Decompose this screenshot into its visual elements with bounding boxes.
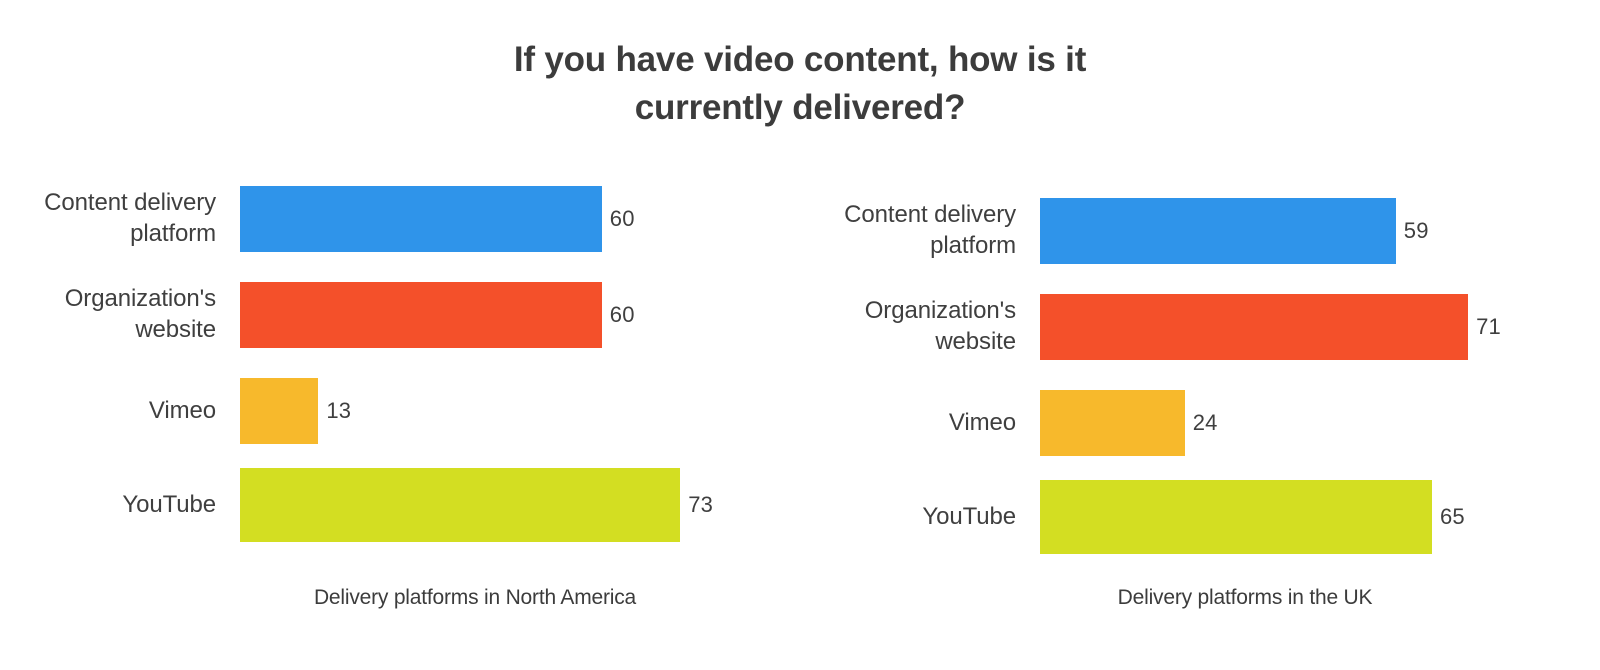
bar-value-label: 13 <box>326 398 352 423</box>
bar-row: YouTube 65 <box>800 480 1600 554</box>
category-label: Vimeo <box>148 396 216 424</box>
bar-row: Vimeo 24 <box>800 390 1600 456</box>
category-label: Content delivery platform <box>844 201 1016 259</box>
bar-value-label: 60 <box>609 206 635 231</box>
bar-value-label: 71 <box>1476 314 1501 339</box>
bar[interactable] <box>240 378 319 444</box>
category-label: YouTube <box>922 502 1016 530</box>
bar-container: 24 <box>1040 390 1600 456</box>
chart-title-line-2: currently delivered? <box>634 87 966 127</box>
panel-caption-uk: Delivery platforms in the UK <box>800 586 1600 610</box>
bar[interactable] <box>1040 294 1469 360</box>
bar-value-label: 59 <box>1403 218 1429 243</box>
bar[interactable] <box>240 186 602 252</box>
category-label: Content delivery platform <box>44 189 216 247</box>
bar-value-label: 65 <box>1439 504 1465 529</box>
bar-row: Content delivery platform 60 <box>0 186 800 252</box>
panel-north-america: Content delivery platform 60 Organization'… <box>0 170 800 610</box>
bar-container: 65 <box>1040 480 1600 554</box>
plot-area-north-america: Content delivery platform 60 Organization'… <box>0 170 800 560</box>
bar-container: 60 <box>240 186 800 252</box>
bar-row: YouTube 73 <box>0 468 800 542</box>
bar[interactable] <box>240 282 602 348</box>
bar[interactable] <box>1040 480 1432 554</box>
bar-row: Organization's website 60 <box>0 282 800 348</box>
bar[interactable] <box>1040 198 1396 264</box>
chart-panels: Content delivery platform 60 Organization'… <box>0 170 1600 610</box>
panel-caption-text: Delivery platforms in the UK <box>1117 586 1373 609</box>
bar-container: 71 <box>1040 294 1600 360</box>
bar-row: Content delivery platform 59 <box>800 198 1600 264</box>
category-label: Vimeo <box>948 408 1016 436</box>
panel-caption-text: Delivery platforms in North America <box>313 586 637 609</box>
panel-uk: Content delivery platform 59 Organization'… <box>800 170 1600 610</box>
plot-area-uk: Content delivery platform 59 Organization'… <box>800 170 1600 560</box>
bar-row: Organization's website 71 <box>800 294 1600 360</box>
bar[interactable] <box>1040 390 1185 456</box>
category-label: YouTube <box>122 490 216 518</box>
bar-container: 60 <box>240 282 800 348</box>
chart-title: If you have video content, how is it cur… <box>0 36 1600 131</box>
panel-caption-north-america: Delivery platforms in North America <box>0 586 800 610</box>
category-label: Organization's website <box>864 297 1016 355</box>
chart-title-line-1: If you have video content, how is it <box>513 40 1087 79</box>
bar-container: 13 <box>240 378 800 444</box>
bar-container: 73 <box>240 468 800 542</box>
bar[interactable] <box>240 468 681 542</box>
bar-row: Vimeo 13 <box>0 378 800 444</box>
bar-container: 59 <box>1040 198 1600 264</box>
bar-value-label: 24 <box>1192 410 1218 435</box>
category-label: Organization's website <box>64 285 216 343</box>
bar-value-label: 60 <box>609 302 635 327</box>
bar-value-label: 73 <box>688 492 714 517</box>
